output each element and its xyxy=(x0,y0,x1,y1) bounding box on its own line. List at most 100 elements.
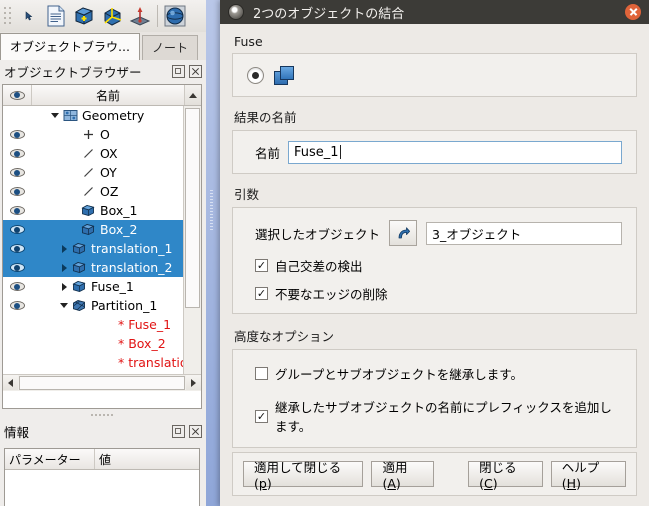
close-info-panel-icon[interactable] xyxy=(189,424,202,438)
tree-row[interactable]: translation_2 xyxy=(3,258,184,277)
tree-item-label: Fuse_1 xyxy=(91,279,134,294)
tree-scroll-left-button[interactable] xyxy=(3,375,18,390)
toolbar-grip-handle[interactable] xyxy=(2,5,14,27)
tree-item-content: Box_1 xyxy=(31,203,137,219)
object-browser-tree[interactable]: 名前 Geometry O OX OY OZ Box_1 Box_2 translation_… xyxy=(2,84,202,409)
detect-self-intersection-row[interactable]: ✓ 自己交差の検出 xyxy=(255,256,622,275)
dialog-title: 2つのオブジェクトの結合 xyxy=(253,6,405,22)
remove-extra-edges-checkbox[interactable]: ✓ xyxy=(255,287,268,300)
tree-scrollbar-thumb[interactable] xyxy=(185,108,200,308)
app-window: オブジェクトブラウ… ノート オブジェクトブラウザー 名前 Geometry O… xyxy=(0,0,649,506)
tree-item-label: translation_1 xyxy=(91,241,173,256)
info-panel-table[interactable]: パラメーター 値 xyxy=(4,448,200,506)
tree-item-content: Box_2 xyxy=(31,222,137,238)
tree-scroll-right-button[interactable] xyxy=(186,375,201,390)
visibility-toggle[interactable] xyxy=(3,168,31,177)
box-axes-icon[interactable] xyxy=(98,2,126,30)
arguments-section-label: 引数 xyxy=(234,187,260,202)
result-name-field-label: 名前 xyxy=(255,145,281,161)
sphere-view-icon[interactable] xyxy=(161,2,189,30)
panel-splitter[interactable] xyxy=(2,411,202,419)
tab-note[interactable]: ノート xyxy=(142,35,199,60)
apply-button[interactable]: 適用(A) xyxy=(371,460,435,491)
tree-expand-toggle-icon[interactable] xyxy=(49,110,61,122)
tree-item-label: O xyxy=(100,127,110,142)
geometry-icon xyxy=(61,108,79,124)
inherit-groups-row[interactable]: グループとサブオブジェクトを継承します。 xyxy=(255,364,622,383)
tree-icon-spacer xyxy=(97,355,115,371)
visibility-toggle[interactable] xyxy=(3,149,31,158)
column-header-name-label: 名前 xyxy=(95,88,120,103)
tree-vertical-scrollbar[interactable] xyxy=(183,106,201,391)
tree-row[interactable]: Partition_1 xyxy=(3,296,184,315)
select-arrow-icon[interactable] xyxy=(389,220,418,246)
apply-and-close-button[interactable]: 適用して閉じる(p) xyxy=(243,460,364,491)
help-button[interactable]: ヘルプ(H) xyxy=(550,460,626,491)
tree-row[interactable]: * Box_2 xyxy=(3,334,184,353)
visibility-toggle[interactable] xyxy=(3,244,31,253)
visibility-toggle[interactable] xyxy=(3,130,31,139)
tree-expand-toggle-icon[interactable] xyxy=(58,262,70,274)
tree-row[interactable]: Box_2 xyxy=(3,220,184,239)
new-document-icon[interactable] xyxy=(42,2,70,30)
tree-scroll-up-button[interactable] xyxy=(184,85,201,105)
tree-row[interactable]: O xyxy=(3,125,184,144)
tree-expand-toggle-icon[interactable] xyxy=(58,243,70,255)
visibility-toggle[interactable] xyxy=(3,225,31,234)
remove-extra-edges-row[interactable]: ✓ 不要なエッジの削除 xyxy=(255,284,622,303)
visibility-toggle[interactable] xyxy=(3,263,31,272)
selected-objects-input[interactable]: 3_オブジェクト xyxy=(426,221,622,245)
visibility-toggle[interactable] xyxy=(3,282,31,291)
tree-row[interactable]: OY xyxy=(3,163,184,182)
tree-hscrollbar-thumb[interactable] xyxy=(19,376,185,390)
tree-expand-toggle-icon[interactable] xyxy=(58,300,70,312)
tree-item-content: OZ xyxy=(31,184,118,200)
partition-icon xyxy=(70,298,88,314)
info-column-parameter[interactable]: パラメーター xyxy=(5,449,95,469)
float-info-panel-icon[interactable] xyxy=(172,424,185,438)
column-header-visibility[interactable] xyxy=(3,85,32,105)
tree-horizontal-scrollbar[interactable] xyxy=(3,374,201,391)
tree-item-label: Box_2 xyxy=(100,222,138,237)
dock-resize-grip[interactable] xyxy=(210,190,213,230)
tab-object-browser[interactable]: オブジェクトブラウ… xyxy=(0,33,141,60)
create-box-icon[interactable] xyxy=(70,2,98,30)
tree-row[interactable]: Box_1 xyxy=(3,201,184,220)
tree-item-label: Geometry xyxy=(82,108,145,123)
inherit-groups-checkbox[interactable] xyxy=(255,367,268,380)
tree-row[interactable]: translation_1 xyxy=(3,239,184,258)
pointer-icon[interactable] xyxy=(14,2,42,30)
add-prefix-checkbox[interactable]: ✓ xyxy=(255,409,268,423)
main-toolbar xyxy=(0,0,206,33)
result-name-input[interactable]: Fuse_1 xyxy=(288,140,622,164)
tree-item-content: * translation_2 xyxy=(31,355,184,371)
tree-row[interactable]: OX xyxy=(3,144,184,163)
info-panel-title: 情報 xyxy=(4,424,30,440)
tree-row[interactable]: OZ xyxy=(3,182,184,201)
add-prefix-row[interactable]: ✓ 継承したサブオブジェクトの名前にプレフィックスを追加します。 xyxy=(255,397,622,435)
tree-row[interactable]: * translation_2 xyxy=(3,353,184,372)
float-panel-icon[interactable] xyxy=(172,64,185,78)
visibility-toggle[interactable] xyxy=(3,206,31,215)
detect-self-intersection-label: 自己交差の検出 xyxy=(275,259,363,274)
column-header-name[interactable]: 名前 xyxy=(32,85,184,105)
tree-row[interactable]: Fuse_1 xyxy=(3,277,184,296)
tree-row[interactable]: * Fuse_1 xyxy=(3,315,184,334)
tree-twisty-spacer xyxy=(85,357,97,369)
visibility-toggle[interactable] xyxy=(3,187,31,196)
close-icon[interactable] xyxy=(625,4,641,20)
dialog-titlebar[interactable]: 2つのオブジェクトの結合 xyxy=(220,0,649,24)
detect-self-intersection-checkbox[interactable]: ✓ xyxy=(255,259,268,272)
close-label: 閉じる(C) xyxy=(479,460,517,491)
tree-item-label: translation_2 xyxy=(91,260,173,275)
info-column-value-label: 値 xyxy=(99,452,112,467)
tree-expand-toggle-icon[interactable] xyxy=(58,281,70,293)
axis-plane-icon[interactable] xyxy=(126,2,154,30)
fuse-operation-radio[interactable] xyxy=(247,66,264,84)
info-column-value[interactable]: 値 xyxy=(95,449,199,469)
close-button[interactable]: 閉じる(C) xyxy=(468,460,543,491)
close-panel-icon[interactable] xyxy=(189,64,202,78)
tree-row[interactable]: Geometry xyxy=(3,106,184,125)
visibility-toggle[interactable] xyxy=(3,301,31,310)
eye-icon xyxy=(9,282,25,291)
